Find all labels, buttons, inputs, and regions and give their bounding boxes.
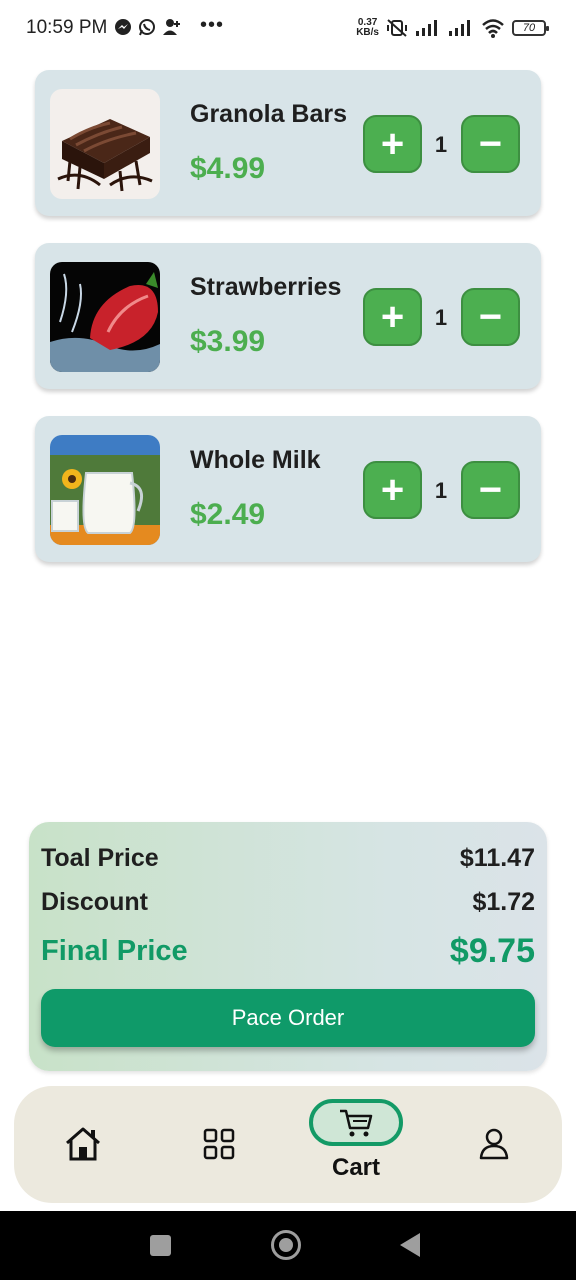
item-name: Strawberries: [190, 273, 342, 301]
speed-unit: KB/s: [356, 27, 379, 38]
bottom-nav: Cart: [14, 1086, 562, 1203]
whatsapp-icon: [139, 19, 155, 36]
recents-button[interactable]: [150, 1235, 171, 1256]
item-price: $4.99: [190, 152, 266, 185]
nav-cart[interactable]: Cart: [309, 1099, 403, 1182]
battery-icon: 70: [512, 20, 549, 36]
increase-quantity-button[interactable]: +: [363, 461, 422, 519]
final-price-value: $9.75: [449, 932, 535, 970]
wifi-icon: [482, 19, 504, 38]
discount-value: $1.72: [472, 888, 535, 916]
network-speed: 0.37 KB/s: [356, 18, 379, 38]
plus-icon: +: [380, 122, 405, 166]
total-price-label: Toal Price: [41, 844, 159, 872]
milk-jug-image: [50, 435, 160, 545]
item-price: $2.49: [190, 498, 266, 531]
status-bar: 10:59 PM ••• 0.37 KB/s 70: [0, 0, 576, 58]
notification-icons: [114, 18, 182, 36]
home-button[interactable]: [271, 1230, 301, 1260]
plus-icon: +: [380, 295, 405, 339]
cart-item: Granola Bars $4.99 + 1 −: [35, 70, 541, 216]
item-price: $3.99: [190, 325, 266, 358]
cart-icon: [340, 1109, 373, 1136]
decrease-quantity-button[interactable]: −: [461, 461, 520, 519]
messenger-icon: [115, 19, 131, 35]
system-icons: 0.37 KB/s 70: [356, 18, 549, 38]
nav-cart-label: Cart: [331, 1154, 380, 1181]
quantity-value: 1: [434, 305, 448, 330]
item-name: Granola Bars: [190, 100, 348, 128]
minus-icon: −: [478, 122, 503, 166]
increase-quantity-button[interactable]: +: [363, 115, 422, 173]
signal-icon: [416, 20, 437, 36]
decrease-quantity-button[interactable]: −: [461, 288, 520, 346]
more-dots-icon: •••: [200, 14, 225, 36]
final-price-label: Final Price: [41, 935, 188, 967]
plus-icon: +: [380, 468, 405, 512]
minus-icon: −: [478, 468, 503, 512]
nav-profile[interactable]: [479, 1128, 509, 1160]
grid-icon: [203, 1128, 235, 1160]
back-button[interactable]: [400, 1233, 420, 1257]
discount-label: Discount: [41, 888, 148, 916]
profile-icon: [479, 1128, 509, 1160]
chocolate-brownie-image: [50, 89, 160, 199]
strawberry-splash-image: [50, 262, 160, 372]
increase-quantity-button[interactable]: +: [363, 288, 422, 346]
order-summary: Toal Price $11.47 Discount $1.72 Final P…: [29, 822, 547, 1071]
signal-icon: [449, 20, 470, 36]
cart-item: Strawberries $3.99 + 1 −: [35, 243, 541, 389]
minus-icon: −: [478, 295, 503, 339]
total-price-row: Toal Price $11.47: [41, 844, 535, 873]
cart-pill: [309, 1099, 403, 1146]
person-add-icon: [163, 19, 180, 35]
final-price-row: Final Price $9.75: [41, 932, 535, 971]
total-price-value: $11.47: [459, 844, 535, 872]
cart-item: Whole Milk $2.49 + 1 −: [35, 416, 541, 562]
cart-list: Granola Bars $4.99 + 1 − Strawberries $3…: [35, 70, 541, 589]
decrease-quantity-button[interactable]: −: [461, 115, 520, 173]
discount-row: Discount $1.72: [41, 888, 535, 917]
quantity-value: 1: [434, 478, 448, 503]
status-time: 10:59 PM: [26, 17, 108, 38]
item-name: Whole Milk: [190, 446, 321, 474]
place-order-button[interactable]: Pace Order: [41, 989, 535, 1047]
home-icon: [66, 1127, 100, 1161]
quantity-value: 1: [434, 132, 448, 157]
system-nav-bar: [0, 1211, 576, 1280]
vibrate-off-icon: [387, 19, 407, 37]
nav-categories[interactable]: [203, 1128, 235, 1160]
nav-home[interactable]: [64, 1126, 102, 1162]
